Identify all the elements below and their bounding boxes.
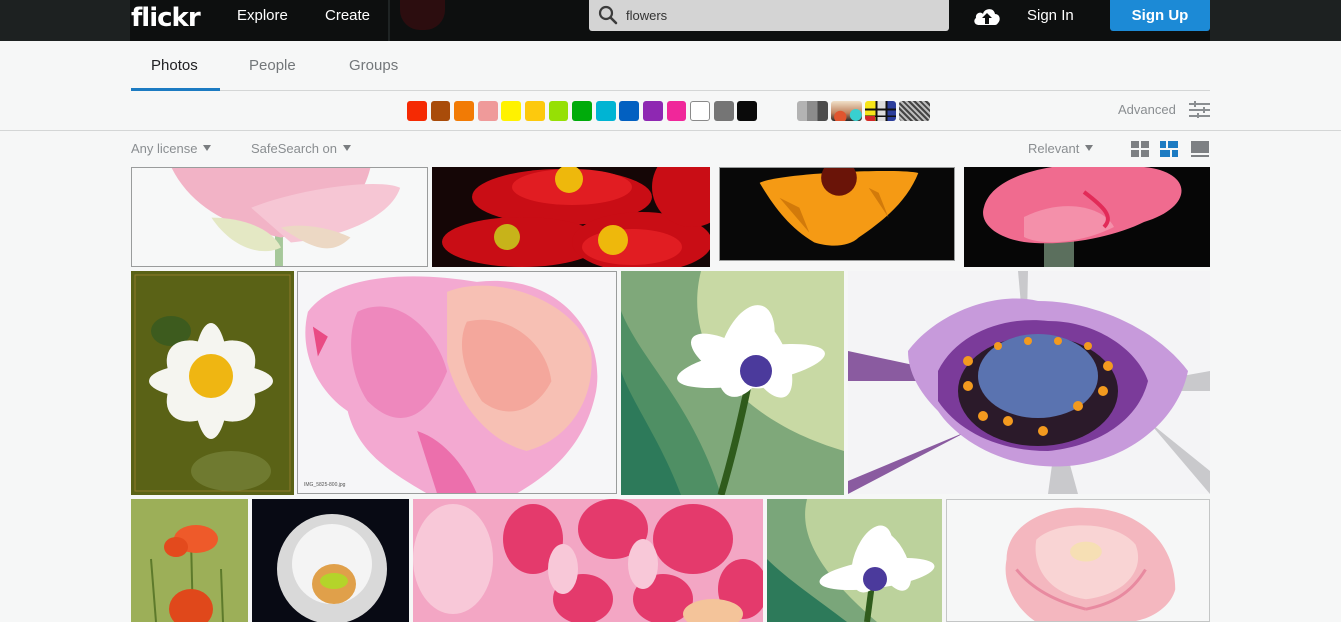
sign-up-button[interactable]: Sign Up <box>1110 0 1210 31</box>
header-decoration <box>388 0 390 41</box>
color-filter-blue[interactable] <box>619 101 640 121</box>
photo-image <box>983 167 1182 267</box>
sort-dropdown-label: Relevant <box>1028 141 1080 156</box>
photo-tile[interactable] <box>946 499 1210 622</box>
safesearch-dropdown-label: SafeSearch on <box>251 141 338 156</box>
safesearch-dropdown[interactable]: SafeSearch on <box>251 141 352 157</box>
style-filter-bar <box>797 101 930 121</box>
photo-image <box>150 525 224 622</box>
cloud-upload-icon[interactable] <box>972 4 1002 28</box>
advanced-search-link[interactable]: Advanced <box>1118 101 1176 119</box>
photo-image <box>848 271 1210 494</box>
tab-groups[interactable]: Groups <box>349 41 398 91</box>
large-view-icon[interactable] <box>1191 141 1209 157</box>
style-filter-minimalism[interactable] <box>865 101 896 121</box>
color-filter-dark-lime-green[interactable] <box>572 101 592 121</box>
color-filter-white[interactable] <box>690 101 710 121</box>
color-filter-black[interactable] <box>737 101 758 121</box>
license-dropdown[interactable]: Any license <box>131 141 212 157</box>
color-filter-green[interactable] <box>548 101 569 121</box>
photo-tile[interactable] <box>848 271 1210 494</box>
license-dropdown-label: Any license <box>131 141 198 156</box>
color-filter-magenta[interactable] <box>666 101 687 121</box>
photo-image <box>277 514 387 622</box>
photo-image <box>759 168 919 246</box>
divider <box>0 130 1341 131</box>
style-filter-patterns[interactable] <box>899 101 930 121</box>
search-icon[interactable] <box>598 5 618 25</box>
color-filter-bar <box>407 101 758 121</box>
grid-view-icon[interactable] <box>1131 141 1149 157</box>
justified-view-icon[interactable] <box>1160 141 1178 157</box>
color-filter-gray[interactable] <box>713 101 734 121</box>
photo-tile[interactable] <box>131 167 428 267</box>
style-filter-shallow-depth-of-field[interactable] <box>831 101 862 121</box>
photo-tile[interactable] <box>252 499 409 622</box>
search-input[interactable] <box>626 0 936 31</box>
photo-tile[interactable] <box>131 271 294 495</box>
photo-image <box>171 168 401 266</box>
sort-dropdown[interactable]: Relevant <box>1028 141 1094 157</box>
photo-tile[interactable] <box>719 167 955 261</box>
header-decoration <box>400 0 445 30</box>
style-filter-black-and-white[interactable] <box>797 101 828 121</box>
tab-people[interactable]: People <box>249 41 296 91</box>
photo-image <box>134 274 291 492</box>
color-filter-red[interactable] <box>407 101 427 121</box>
tab-photos[interactable]: Photos <box>151 41 198 91</box>
photo-tile[interactable] <box>131 499 248 622</box>
caret-down-icon <box>203 145 212 151</box>
photo-tile[interactable] <box>621 271 844 495</box>
photo-tile[interactable] <box>964 167 1210 267</box>
caret-down-icon <box>1085 145 1094 151</box>
color-filter-pink[interactable] <box>477 101 498 121</box>
photo-tile[interactable]: IMG_5825-800.jpg <box>297 271 617 494</box>
photo-caption: IMG_5825-800.jpg <box>304 482 346 488</box>
sliders-icon[interactable] <box>1189 101 1210 118</box>
sign-in-link[interactable]: Sign In <box>1027 0 1074 32</box>
photo-tile[interactable] <box>767 499 942 622</box>
search-bar[interactable] <box>589 0 949 31</box>
photo-tile[interactable] <box>413 499 763 622</box>
nav-create-link[interactable]: Create <box>325 0 370 32</box>
nav-explore-link[interactable]: Explore <box>237 0 288 32</box>
color-filter-lemon-yellow[interactable] <box>501 101 522 121</box>
photo-image <box>442 167 710 267</box>
color-filter-dark-orange[interactable] <box>430 101 451 121</box>
photo-tile[interactable] <box>432 167 710 267</box>
photo-image <box>1005 507 1176 621</box>
search-tabs: Photos People Groups <box>131 41 1210 91</box>
photo-image <box>767 499 935 622</box>
active-tab-indicator <box>131 88 220 91</box>
photo-image <box>305 276 598 493</box>
color-filter-violet[interactable] <box>642 101 663 121</box>
color-filter-orange[interactable] <box>454 101 474 121</box>
photo-image <box>621 271 844 495</box>
color-filter-school-bus-yellow[interactable] <box>524 101 545 121</box>
flickr-logo[interactable]: flickr <box>131 0 201 41</box>
color-filter-cyan[interactable] <box>595 101 616 121</box>
caret-down-icon <box>343 145 352 151</box>
photo-image <box>413 499 763 622</box>
